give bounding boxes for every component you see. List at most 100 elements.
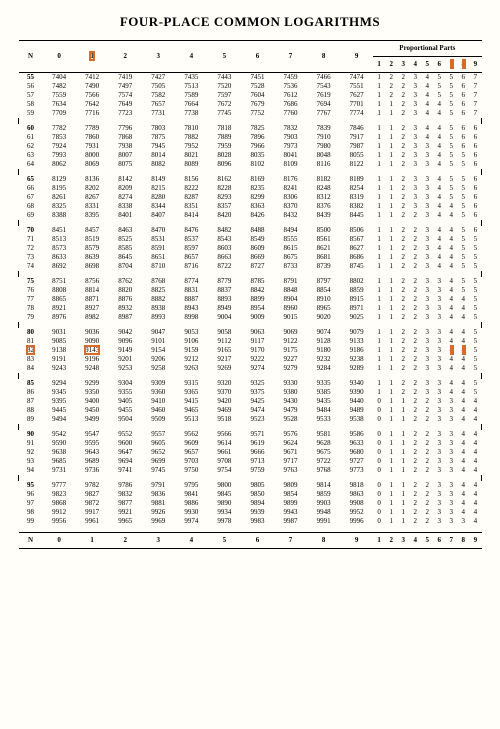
pp-cell: 6 [469, 160, 481, 169]
pp-cell: 2 [397, 100, 409, 109]
pp-cell: 2 [409, 490, 421, 499]
pp-cell: 2 [409, 235, 421, 244]
log-cell: 9600 [109, 439, 142, 448]
log-cell: 9117 [241, 337, 274, 346]
pp-cell: 4 [433, 202, 445, 211]
foot-3: 3 [142, 533, 175, 549]
n-cell: 75 [19, 277, 43, 286]
log-cell: 9552 [109, 430, 142, 439]
pp-cell: 5 [469, 337, 481, 346]
pp-cell: 4 [457, 481, 469, 490]
pp-cell: 4 [445, 379, 457, 388]
col-7: 7 [274, 41, 307, 73]
pp-cell: 5 [457, 184, 469, 193]
col-pp-6: 6 [433, 57, 445, 73]
n-cell: 62 [19, 142, 43, 151]
pp-cell: 3 [433, 379, 445, 388]
foot-4: 4 [175, 533, 208, 549]
n-cell: 55 [19, 73, 43, 83]
log-cell: 9345 [43, 388, 76, 397]
log-cell: 7952 [175, 142, 208, 151]
log-cell: 9191 [43, 355, 76, 364]
pp-cell: 2 [421, 439, 433, 448]
pp-cell: 3 [409, 109, 421, 118]
log-cell: 9212 [175, 355, 208, 364]
log-cell: 9814 [307, 481, 340, 490]
pp-cell: 2 [421, 499, 433, 508]
pp-cell: 6 [469, 133, 481, 142]
pp-cell: 4 [457, 397, 469, 406]
log-cell: 9370 [208, 388, 241, 397]
log-cell: 8222 [175, 184, 208, 193]
pp-cell: 1 [385, 109, 397, 118]
log-cell: 8169 [241, 175, 274, 184]
pp-cell: 2 [397, 151, 409, 160]
log-cell: 7505 [142, 82, 175, 91]
log-cell: 8692 [43, 262, 76, 271]
pp-cell: 7 [469, 91, 481, 100]
log-cell: 8096 [208, 160, 241, 169]
pp-cell: 2 [409, 481, 421, 490]
log-cell: 9294 [43, 379, 76, 388]
log-cell: 7818 [208, 124, 241, 133]
pp-cell: 4 [421, 73, 433, 83]
log-cell: 8299 [241, 193, 274, 202]
log-cell: 9983 [241, 517, 274, 526]
log-cell: 9365 [175, 388, 208, 397]
log-cell: 9460 [142, 406, 175, 415]
log-cell: 9836 [142, 490, 175, 499]
pp-cell: 2 [397, 304, 409, 313]
log-cell: 8357 [208, 202, 241, 211]
pp-cell: 3 [421, 193, 433, 202]
pp-cell: 3 [433, 439, 445, 448]
pp-cell: 3 [445, 439, 457, 448]
log-cell: 7520 [208, 82, 241, 91]
log-cell: 7664 [175, 100, 208, 109]
pp-cell: 0 [373, 415, 385, 424]
table-row: 6077827789779678037810781878257832783978… [19, 124, 482, 133]
pp-cell: 3 [409, 91, 421, 100]
pp-cell: 1 [373, 73, 385, 83]
pp-cell: 0 [373, 439, 385, 448]
log-cell: 8363 [241, 202, 274, 211]
log-cell: 7459 [274, 73, 307, 83]
log-cell: 7466 [307, 73, 340, 83]
col-pp-1: 1 [373, 57, 385, 73]
pp-cell: 1 [385, 388, 397, 397]
n-cell: 74 [19, 262, 43, 271]
pp-cell: 4 [469, 415, 481, 424]
pp-cell: 2 [409, 328, 421, 337]
log-cell: 9786 [109, 481, 142, 490]
pp-cell: 3 [433, 448, 445, 457]
pp-cell: 1 [397, 490, 409, 499]
n-cell: 90 [19, 430, 43, 439]
log-cell: 7875 [142, 133, 175, 142]
log-cell: 8500 [307, 226, 340, 235]
table-row: 9296389643964796529657966196669671967596… [19, 448, 482, 457]
pp-cell: 1 [385, 151, 397, 160]
pp-cell: 4 [457, 439, 469, 448]
log-cell: 8722 [208, 262, 241, 271]
log-cell: 8414 [175, 211, 208, 220]
pp-cell: 2 [385, 73, 397, 83]
pp-cell: 6 [469, 151, 481, 160]
log-cell: 9375 [241, 388, 274, 397]
pp-cell: 2 [409, 457, 421, 466]
pp-cell: 2 [397, 109, 409, 118]
log-cell: 9912 [43, 508, 76, 517]
log-cell: 9868 [43, 499, 76, 508]
log-cell: 7490 [76, 82, 109, 91]
log-cell: 7419 [109, 73, 142, 83]
pp-cell: 2 [421, 490, 433, 499]
pp-cell: 4 [445, 337, 457, 346]
pp-cell: 2 [409, 388, 421, 397]
log-cell: 9015 [274, 313, 307, 322]
log-cell: 7404 [43, 73, 76, 83]
log-cell: 9025 [340, 313, 373, 322]
log-cell: 8254 [340, 184, 373, 193]
log-cell: 7803 [142, 124, 175, 133]
col-pp-2: 2 [385, 57, 397, 73]
pp-cell: 1 [373, 364, 385, 373]
pp-cell: 2 [409, 439, 421, 448]
pp-cell: 0 [373, 397, 385, 406]
